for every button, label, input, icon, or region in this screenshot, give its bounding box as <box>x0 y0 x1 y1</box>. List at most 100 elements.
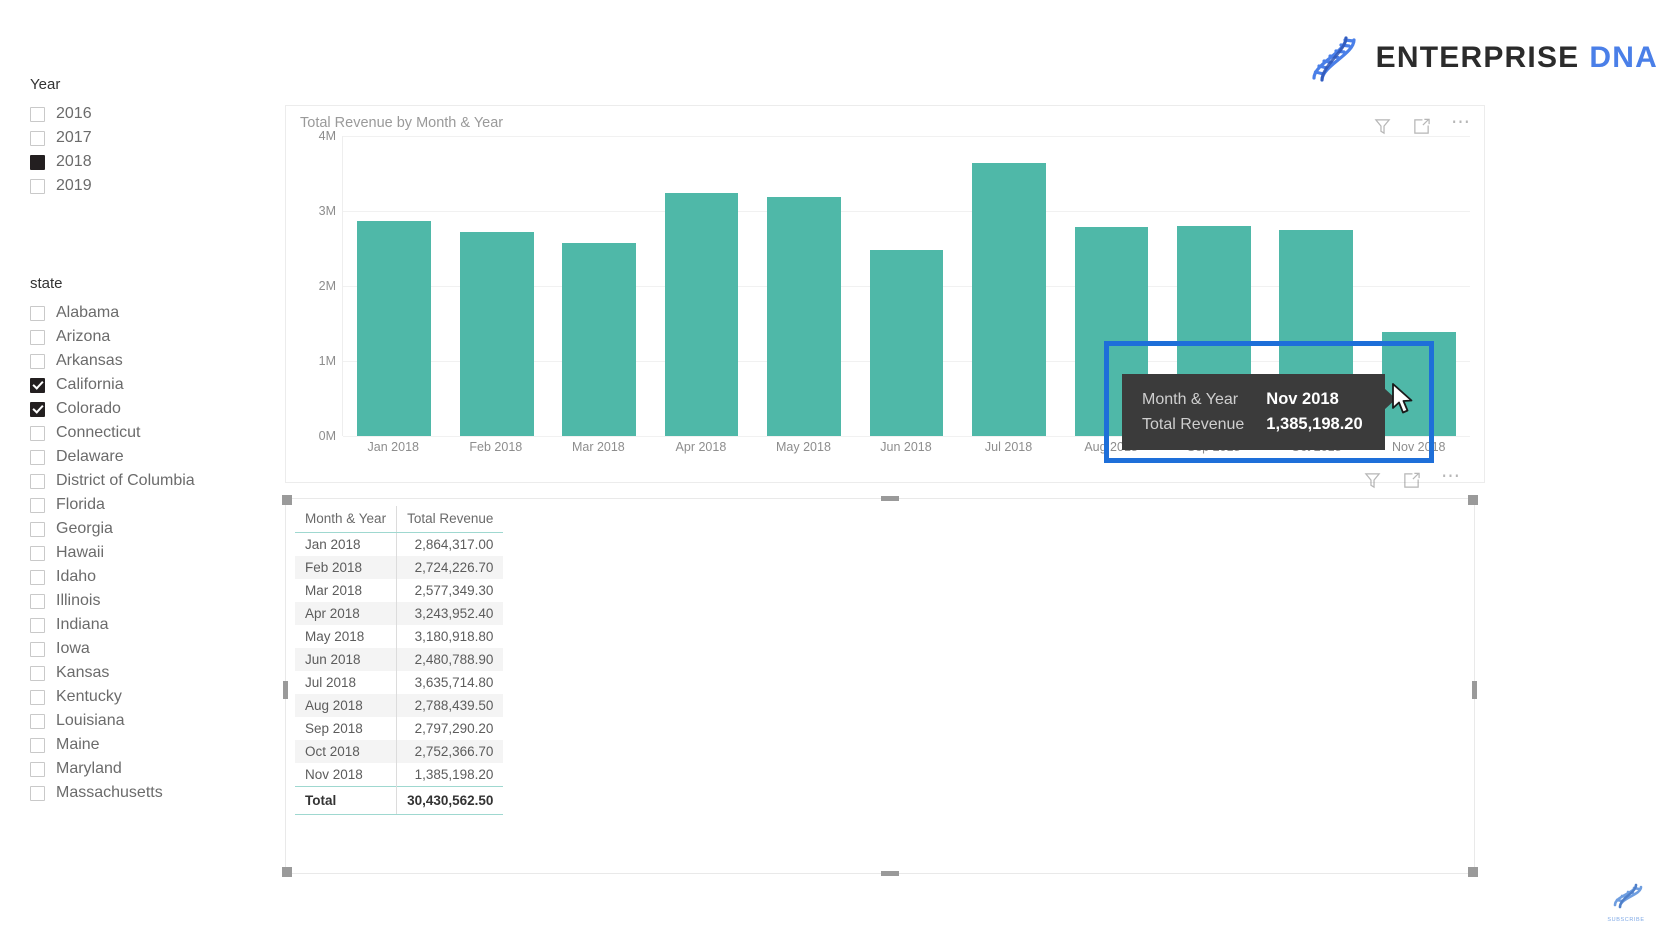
revenue-table[interactable]: Month & Year Total Revenue Jan 2018 2,864… <box>295 506 504 815</box>
state-slicer-item-connecticut[interactable]: Connecticut <box>30 421 195 445</box>
focus-mode-icon[interactable] <box>1402 471 1421 490</box>
resize-handle-bottom-center[interactable] <box>881 871 899 876</box>
checkbox-icon[interactable] <box>30 106 45 122</box>
checkbox-icon[interactable] <box>30 130 45 146</box>
chart-bar[interactable] <box>767 197 841 436</box>
checkbox-icon[interactable] <box>30 401 45 417</box>
table-row[interactable]: Jan 2018 2,864,317.00 <box>295 532 504 556</box>
checkbox-icon[interactable] <box>30 569 45 585</box>
chart-visual-header-icons: ⋯ <box>1373 113 1472 136</box>
chart-bar[interactable] <box>459 231 534 436</box>
state-slicer-item-arizona[interactable]: Arizona <box>30 325 195 349</box>
table-row[interactable]: Sep 2018 2,797,290.20 <box>295 717 504 740</box>
year-slicer-item-2016[interactable]: 2016 <box>30 102 92 126</box>
mouse-cursor <box>1391 383 1417 422</box>
checkbox-icon[interactable] <box>30 178 45 194</box>
table-cell-month: Sep 2018 <box>305 721 363 736</box>
state-slicer-item-district-of-columbia[interactable]: District of Columbia <box>30 469 195 493</box>
chart-bar[interactable] <box>869 249 944 436</box>
state-slicer-item-louisiana[interactable]: Louisiana <box>30 709 195 733</box>
chart-bar[interactable] <box>664 192 739 436</box>
state-slicer-item-indiana[interactable]: Indiana <box>30 613 195 637</box>
subscribe-badge[interactable]: SUBSCRIBE <box>1596 880 1656 923</box>
state-slicer-item-arkansas[interactable]: Arkansas <box>30 349 195 373</box>
checkbox-icon[interactable] <box>30 665 45 681</box>
table-row[interactable]: Feb 2018 2,724,226.70 <box>295 556 504 579</box>
state-slicer-item-iowa[interactable]: Iowa <box>30 637 195 661</box>
resize-handle-middle-right[interactable] <box>1472 681 1477 699</box>
state-slicer-item-california[interactable]: California <box>30 373 195 397</box>
table-row[interactable]: Oct 2018 2,752,366.70 <box>295 740 504 763</box>
state-slicer-item-kentucky[interactable]: Kentucky <box>30 685 195 709</box>
checkbox-icon[interactable] <box>30 521 45 537</box>
table-row[interactable]: Aug 2018 2,788,439.50 <box>295 694 504 717</box>
state-slicer-item-delaware[interactable]: Delaware <box>30 445 195 469</box>
year-slicer-item-label: 2017 <box>56 129 92 146</box>
table-row[interactable]: Mar 2018 2,577,349.30 <box>295 579 504 602</box>
checkbox-icon[interactable] <box>30 713 45 729</box>
filter-icon[interactable] <box>1373 117 1392 136</box>
table-visual[interactable]: ⋯ Month & Year Total Revenue Jan 2018 2,8… <box>282 467 1478 877</box>
checkbox-icon[interactable] <box>30 425 45 441</box>
checkbox-icon[interactable] <box>30 154 45 170</box>
checkbox-icon[interactable] <box>30 785 45 801</box>
resize-handle-top-left[interactable] <box>282 495 292 505</box>
state-slicer-item-massachusetts[interactable]: Massachusetts <box>30 781 195 805</box>
chart-bar[interactable] <box>357 221 432 436</box>
state-slicer-item-idaho[interactable]: Idaho <box>30 565 195 589</box>
year-slicer-item-2018[interactable]: 2018 <box>30 150 92 174</box>
checkbox-icon[interactable] <box>30 641 45 657</box>
table-cell-revenue: 3,635,714.80 <box>396 671 504 694</box>
year-slicer-item-2019[interactable]: 2019 <box>30 174 92 198</box>
table-row[interactable]: Apr 2018 3,243,952.40 <box>295 602 504 625</box>
table-row[interactable]: Jul 2018 3,635,714.80 <box>295 671 504 694</box>
state-slicer-item-kansas[interactable]: Kansas <box>30 661 195 685</box>
state-slicer-item-florida[interactable]: Florida <box>30 493 195 517</box>
state-slicer-item-label: Indiana <box>56 616 109 633</box>
more-options-icon[interactable]: ⋯ <box>1441 467 1462 490</box>
y-axis-tick-label: 4M <box>318 129 336 143</box>
checkbox-icon[interactable] <box>30 497 45 513</box>
state-slicer-title: state <box>30 275 63 292</box>
table-row[interactable]: May 2018 3,180,918.80 <box>295 625 504 648</box>
chart-bar[interactable] <box>562 242 637 436</box>
table-col-month[interactable]: Month & Year <box>295 506 397 533</box>
resize-handle-top-center[interactable] <box>881 496 899 501</box>
more-options-icon[interactable]: ⋯ <box>1451 113 1472 136</box>
dna-helix-icon <box>1609 880 1643 915</box>
checkbox-icon[interactable] <box>30 737 45 753</box>
table-cell-revenue: 2,788,439.50 <box>396 694 504 717</box>
year-slicer-item-2017[interactable]: 2017 <box>30 126 92 150</box>
state-slicer-item-label: Hawaii <box>56 544 105 561</box>
checkbox-icon[interactable] <box>30 353 45 369</box>
filter-icon[interactable] <box>1363 471 1382 490</box>
checkbox-icon[interactable] <box>30 449 45 465</box>
checkbox-icon[interactable] <box>30 377 45 393</box>
chart-bar[interactable] <box>972 163 1046 436</box>
state-slicer-item-alabama[interactable]: Alabama <box>30 301 195 325</box>
checkbox-icon[interactable] <box>30 305 45 321</box>
table-col-revenue[interactable]: Total Revenue <box>396 506 504 533</box>
table-row[interactable]: Nov 2018 1,385,198.20 <box>295 763 504 787</box>
checkbox-icon[interactable] <box>30 593 45 609</box>
checkbox-icon[interactable] <box>30 689 45 705</box>
resize-handle-top-right[interactable] <box>1468 495 1478 505</box>
state-slicer-item-illinois[interactable]: Illinois <box>30 589 195 613</box>
logo-text-enterprise: ENTERPRISE <box>1375 41 1580 74</box>
resize-handle-middle-left[interactable] <box>283 681 288 699</box>
resize-handle-bottom-right[interactable] <box>1468 867 1478 877</box>
checkbox-icon[interactable] <box>30 545 45 561</box>
state-slicer-item-maryland[interactable]: Maryland <box>30 757 195 781</box>
state-slicer-item-maine[interactable]: Maine <box>30 733 195 757</box>
x-axis-tick-label: Feb 2018 <box>469 440 523 454</box>
checkbox-icon[interactable] <box>30 761 45 777</box>
checkbox-icon[interactable] <box>30 617 45 633</box>
state-slicer-item-colorado[interactable]: Colorado <box>30 397 195 421</box>
resize-handle-bottom-left[interactable] <box>282 867 292 877</box>
table-row[interactable]: Jun 2018 2,480,788.90 <box>295 648 504 671</box>
checkbox-icon[interactable] <box>30 473 45 489</box>
checkbox-icon[interactable] <box>30 329 45 345</box>
state-slicer-item-hawaii[interactable]: Hawaii <box>30 541 195 565</box>
state-slicer-item-georgia[interactable]: Georgia <box>30 517 195 541</box>
focus-mode-icon[interactable] <box>1412 117 1431 136</box>
